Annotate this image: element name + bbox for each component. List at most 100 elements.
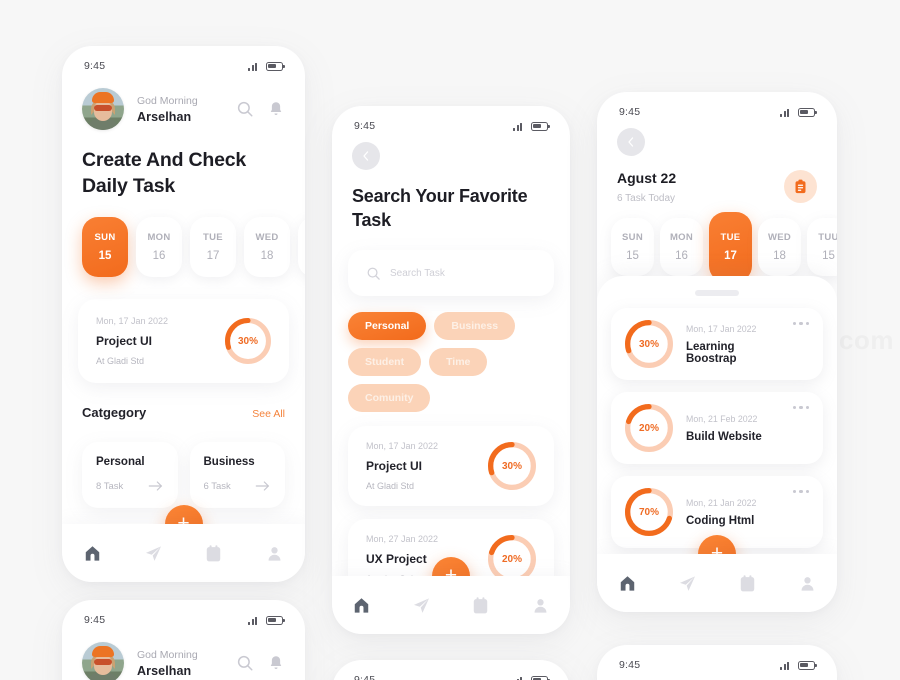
profile-icon[interactable] [265, 544, 284, 563]
category-name: Personal [96, 456, 145, 468]
back-button[interactable] [352, 142, 380, 170]
back-button[interactable] [617, 128, 645, 156]
profile-icon[interactable] [531, 596, 550, 615]
task-count-today: 6 Task Today [617, 193, 676, 204]
task-place: At Gladi Std [96, 356, 145, 366]
avatar[interactable] [82, 642, 124, 680]
greeting-text: God Morning [137, 648, 198, 661]
day-chip-mon[interactable]: MON 16 [660, 218, 703, 276]
category-card-personal[interactable]: Personal 8 Task [82, 442, 178, 508]
day-chip-mon[interactable]: MON 16 [136, 217, 182, 277]
day-chip-tue[interactable]: TUE 17 [709, 212, 752, 282]
send-icon[interactable] [678, 574, 697, 593]
status-bar: 9:45 [332, 106, 570, 132]
search-placeholder: Search Task [390, 267, 445, 279]
search-input[interactable]: Search Task [348, 250, 554, 296]
chip-time[interactable]: Time [429, 348, 488, 376]
day-label: SUN [94, 232, 116, 243]
task-row[interactable]: 30% Mon, 17 Jan 2022 Learning Boostrap [611, 308, 823, 380]
task-card[interactable]: Mon, 17 Jan 2022 Project UI At Gladi Std… [78, 299, 289, 383]
day-chip-tue[interactable]: TUE 17 [190, 217, 236, 277]
progress-percent: 30% [237, 335, 258, 347]
day-label: WED [767, 232, 792, 243]
search-icon[interactable] [236, 100, 254, 118]
arrow-right-icon[interactable] [255, 480, 271, 492]
battery-icon [798, 660, 817, 670]
task-name: Project UI [96, 334, 153, 348]
task-date: Mon, 17 Jan 2022 [96, 316, 169, 326]
home-icon[interactable] [352, 596, 371, 615]
more-horizontal-icon[interactable] [792, 322, 809, 326]
day-chip-tuu[interactable]: TUU 15 [807, 218, 837, 276]
send-icon[interactable] [144, 544, 163, 563]
category-task-count: 6 Task [203, 480, 231, 492]
chip-personal[interactable]: Personal [348, 312, 427, 340]
day-chip-tuu[interactable]: TUU 15 [298, 217, 305, 277]
clipboard-button[interactable] [784, 170, 817, 203]
bell-icon[interactable] [267, 100, 285, 118]
calendar-icon[interactable] [204, 544, 223, 563]
status-bar: 9:45 [597, 92, 837, 118]
home-icon[interactable] [83, 544, 102, 563]
day-chip-sun[interactable]: SUN 15 [611, 218, 654, 276]
status-time: 9:45 [84, 614, 106, 626]
status-bar: 9:45 [62, 46, 305, 72]
search-icon[interactable] [236, 654, 254, 672]
avatar[interactable] [82, 88, 124, 130]
more-horizontal-icon[interactable] [792, 406, 809, 410]
more-horizontal-icon[interactable] [792, 490, 809, 494]
day-selector[interactable]: SUN 15 MON 16 TUE 17 WED 18 TUU 15 [597, 204, 837, 282]
task-name: UX Project [366, 552, 427, 566]
day-chip-sun[interactable]: SUN 15 [82, 217, 128, 277]
day-number: 16 [152, 250, 166, 262]
day-selector[interactable]: SUN 15 MON 16 TUE 17 WED 18 TUU 15 [62, 199, 305, 277]
page-title: Search Your Favorite Task [352, 186, 528, 230]
task-name: Build Website [686, 430, 762, 443]
calendar-icon[interactable] [471, 596, 490, 615]
progress-ring: 30% [625, 320, 673, 368]
task-date: Mon, 27 Jan 2022 [366, 534, 439, 544]
progress-ring: 30% [488, 442, 536, 490]
day-chip-wed[interactable]: WED 18 [758, 218, 801, 276]
day-chip-wed[interactable]: WED 18 [244, 217, 290, 277]
battery-icon [266, 61, 285, 71]
chip-business[interactable]: Business [434, 312, 516, 340]
category-task-count: 8 Task [96, 480, 124, 492]
arrow-right-icon[interactable] [148, 480, 164, 492]
task-row[interactable]: 20% Mon, 21 Feb 2022 Build Website [611, 392, 823, 464]
task-name: Project UI [366, 459, 423, 473]
home-icon[interactable] [618, 574, 637, 593]
calendar-icon[interactable] [738, 574, 757, 593]
day-label: WED [255, 232, 279, 243]
signal-bars-icon [248, 62, 257, 71]
chevron-left-icon [363, 151, 369, 161]
bell-icon[interactable] [267, 654, 285, 672]
task-date: Mon, 21 Jan 2022 [686, 497, 757, 508]
progress-percent: 20% [638, 422, 659, 434]
day-label: SUN [622, 232, 643, 243]
day-label: MON [147, 232, 171, 243]
task-date: Mon, 17 Jan 2022 [686, 323, 757, 334]
profile-icon[interactable] [798, 574, 817, 593]
see-all-link[interactable]: See All [252, 408, 285, 420]
task-card[interactable]: Mon, 17 Jan 2022 Project UI At Gladi Std… [348, 426, 554, 506]
chip-comunity[interactable]: Comunity [348, 384, 431, 412]
day-number: 18 [773, 250, 786, 262]
category-card-business[interactable]: Business 6 Task [189, 442, 285, 508]
phone-screen-schedule: 9:45 Agust 22 6 Task Today SUN 15 MON 16… [597, 92, 837, 612]
day-number: 15 [626, 250, 639, 262]
day-label: TUU [818, 232, 837, 243]
phone-screen-search: 9:45 Search Your Favorite Task Search Ta… [332, 106, 570, 634]
signal-bars-icon [248, 616, 257, 625]
status-bar: 9:45 [62, 600, 305, 626]
screenshot-canvas: l.com 9:45 God Morning Arselhan Create A… [0, 0, 900, 680]
send-icon[interactable] [412, 596, 431, 615]
chip-student[interactable]: Student [348, 348, 422, 376]
bottom-navigation [62, 524, 305, 582]
day-label: MON [669, 232, 694, 243]
task-date: Mon, 21 Feb 2022 [686, 413, 758, 424]
day-label: TUE [720, 232, 741, 243]
month-title: Agust 22 [617, 170, 677, 186]
signal-bars-icon [780, 108, 789, 117]
phone-screen-search-partial: 9:45 [332, 660, 570, 680]
